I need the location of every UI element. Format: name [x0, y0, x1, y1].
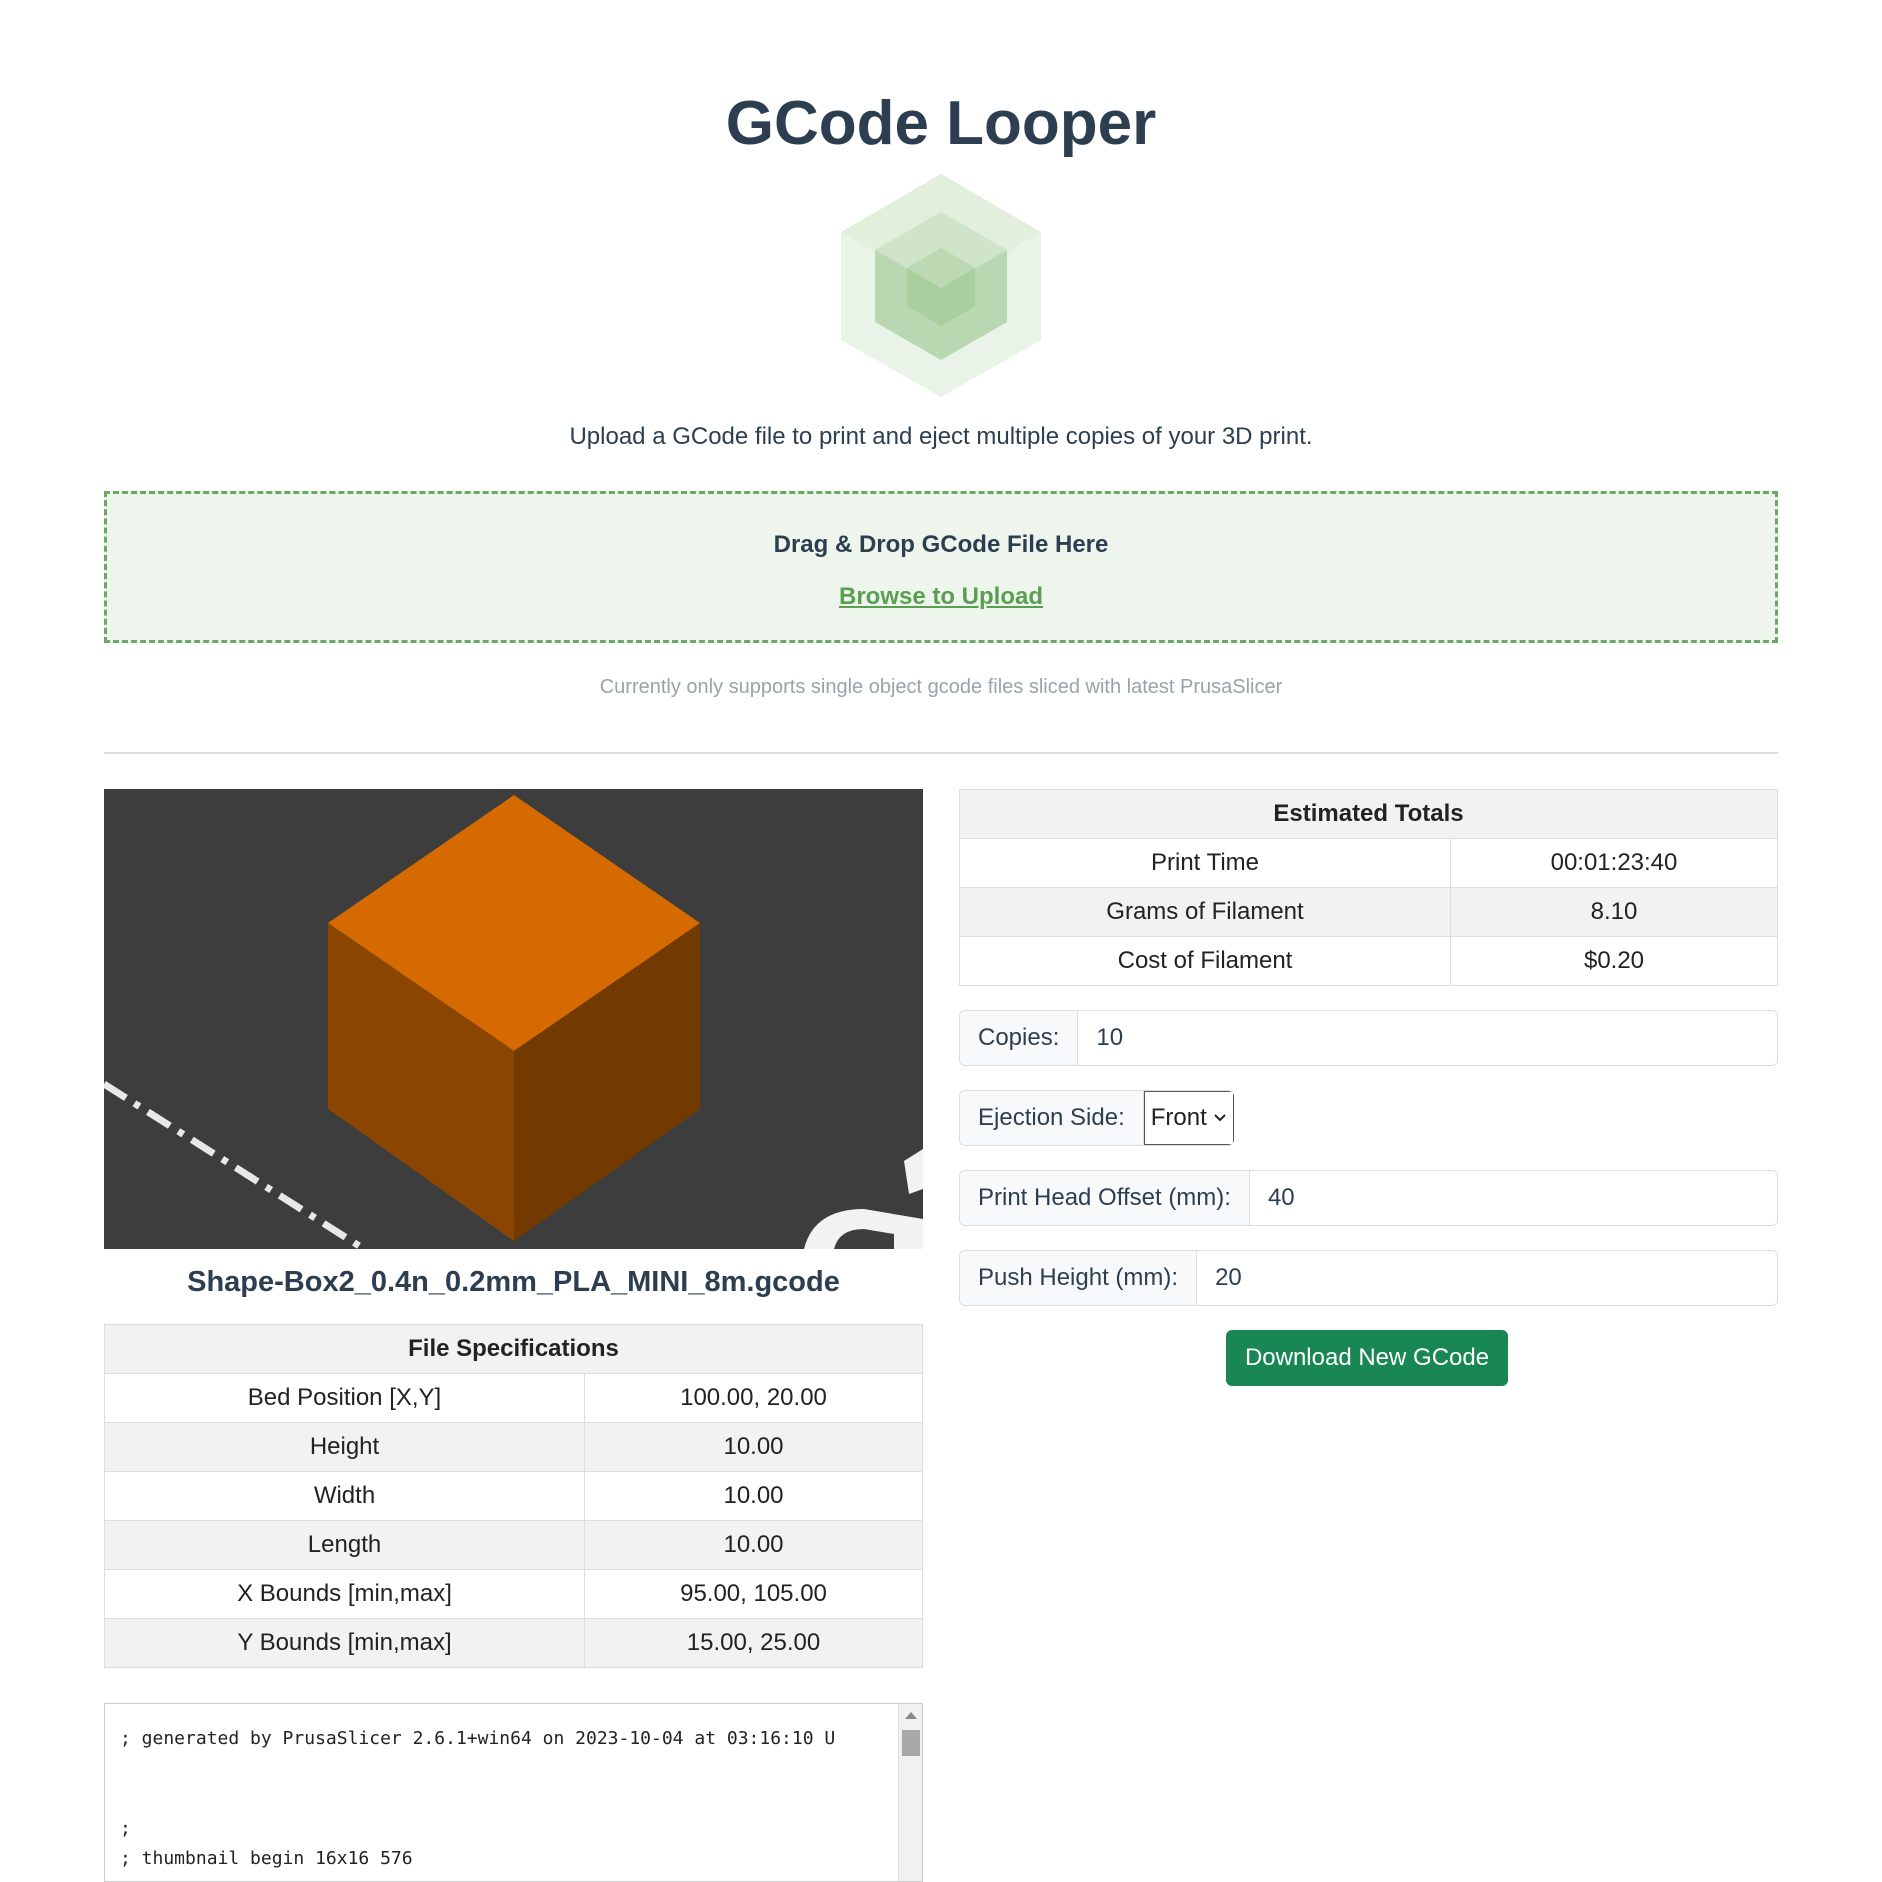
copies-label: Copies: [960, 1011, 1079, 1065]
push-height-field: Push Height (mm): 20 [959, 1250, 1778, 1306]
spec-label: Width [104, 1471, 585, 1521]
scrollbar-thumb[interactable] [902, 1730, 920, 1756]
table-row: Print Time 00:01:23:40 [959, 838, 1778, 888]
spec-label: Height [104, 1422, 585, 1472]
file-specifications-table: File Specifications Bed Position [X,Y] 10… [104, 1324, 923, 1668]
section-divider [104, 752, 1778, 754]
table-row: Grams of Filament 8.10 [959, 887, 1778, 937]
estimated-totals-table: Estimated Totals Print Time 00:01:23:40 G… [959, 789, 1778, 986]
browse-upload-link[interactable]: Browse to Upload [107, 582, 1775, 612]
table-row: Width 10.00 [104, 1471, 923, 1521]
spec-value: 15.00, 25.00 [584, 1618, 923, 1668]
page-title: GCode Looper [725, 89, 1157, 158]
download-gcode-button[interactable]: Download New GCode [1226, 1330, 1508, 1386]
total-value: $0.20 [1450, 936, 1778, 986]
vertical-scrollbar[interactable] [898, 1704, 922, 1881]
push-height-input[interactable]: 20 [1197, 1251, 1777, 1305]
gcode-text: ; generated by PrusaSlicer 2.6.1+win64 o… [120, 1724, 900, 1874]
total-label: Print Time [959, 838, 1451, 888]
print-head-offset-field: Print Head Offset (mm): 40 [959, 1170, 1778, 1226]
total-value: 00:01:23:40 [1450, 838, 1778, 888]
ejection-side-value: Front [1150, 1104, 1207, 1131]
dropzone-title: Drag & Drop GCode File Here [773, 531, 1109, 558]
total-value: 8.10 [1450, 887, 1778, 937]
spec-value: 95.00, 105.00 [584, 1569, 923, 1619]
spec-label: Length [104, 1520, 585, 1570]
table-row: Length 10.00 [104, 1520, 923, 1570]
table-row: Y Bounds [min,max] 15.00, 25.00 [104, 1618, 923, 1668]
cube-logo-icon [841, 174, 1041, 397]
gcode-line: ; thumbnail begin 16x16 576 [120, 1848, 413, 1869]
spec-value: 10.00 [584, 1471, 923, 1521]
gcode-line: ; [120, 1818, 131, 1839]
scroll-up-arrow-icon[interactable] [905, 1712, 917, 1719]
table-row: X Bounds [min,max] 95.00, 105.00 [104, 1569, 923, 1619]
push-height-label: Push Height (mm): [960, 1251, 1198, 1305]
ejection-side-select[interactable]: Front [1143, 1091, 1234, 1145]
ejection-side-field: Ejection Side: Front [959, 1090, 1234, 1146]
spec-label: Y Bounds [min,max] [104, 1618, 585, 1668]
copies-input[interactable]: 10 [1078, 1011, 1777, 1065]
tagline: Upload a GCode file to print and eject m… [569, 423, 1313, 450]
spec-value: 10.00 [584, 1422, 923, 1472]
gcode-line: ​ [120, 1784, 900, 1814]
estimated-totals-title: Estimated Totals [959, 789, 1778, 839]
file-dropzone[interactable]: Drag & Drop GCode File Here Browse to Up… [104, 491, 1778, 643]
spec-value: 100.00, 20.00 [584, 1373, 923, 1423]
print-head-offset-label: Print Head Offset (mm): [960, 1171, 1250, 1225]
spec-value: 10.00 [584, 1520, 923, 1570]
table-row: Cost of Filament $0.20 [959, 936, 1778, 986]
file-name: Shape-Box2_0.4n_0.2mm_PLA_MINI_8m.gcode [187, 1266, 840, 1298]
total-label: Cost of Filament [959, 936, 1451, 986]
file-specifications-title: File Specifications [104, 1324, 923, 1374]
ejection-side-label: Ejection Side: [960, 1091, 1144, 1145]
table-row: Height 10.00 [104, 1422, 923, 1472]
gcode-line: ​ [120, 1754, 900, 1784]
table-row: Bed Position [X,Y] 100.00, 20.00 [104, 1373, 923, 1423]
gcode-preview-textarea[interactable]: ; generated by PrusaSlicer 2.6.1+win64 o… [104, 1703, 923, 1882]
gcode-line: ; generated by PrusaSlicer 2.6.1+win64 o… [120, 1728, 836, 1749]
spec-label: Bed Position [X,Y] [104, 1373, 585, 1423]
cube-preview-icon [104, 789, 923, 1249]
support-note: Currently only supports single object gc… [599, 676, 1283, 698]
total-label: Grams of Filament [959, 887, 1451, 937]
chevron-down-icon [1214, 1114, 1226, 1122]
print-head-offset-input[interactable]: 40 [1249, 1171, 1777, 1225]
page: GCode Looper Upload a GCode file to prin… [0, 0, 1882, 1882]
spec-label: X Bounds [min,max] [104, 1569, 585, 1619]
model-preview-image [104, 789, 923, 1249]
copies-field: Copies: 10 [959, 1010, 1778, 1066]
